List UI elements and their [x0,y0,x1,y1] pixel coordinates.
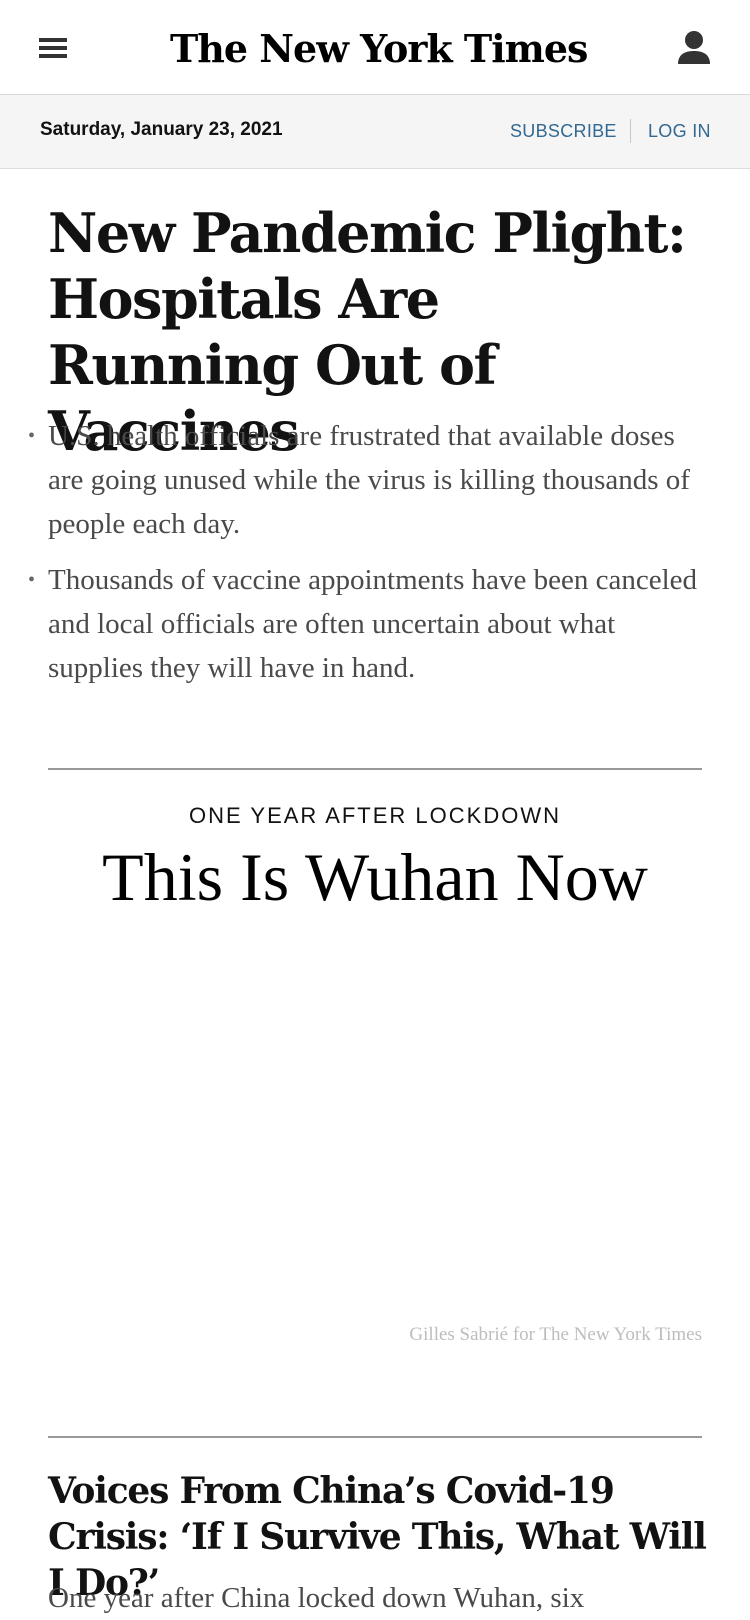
feature-image[interactable] [48,940,702,1312]
photo-credit: Gilles Sabrié for The New York Times [409,1324,702,1345]
section-divider [48,768,702,770]
bullet-icon: • [28,425,36,447]
link-divider [630,119,631,143]
feature-kicker: ONE YEAR AFTER LOCKDOWN [189,803,561,828]
summary-text: U.S. health officials are frustrated tha… [48,420,690,540]
login-link[interactable]: LOG IN [648,121,711,142]
hamburger-menu-icon[interactable] [36,33,72,63]
date-bar: Saturday, January 23, 2021 SUBSCRIBE LOG… [0,95,750,169]
summary-item: • U.S. health officials are frustrated t… [28,414,698,546]
masthead: The New York Times [0,0,750,95]
summary-text: Thousands of vaccine appointments have b… [48,564,698,684]
bullet-icon: • [28,569,36,591]
subscribe-link[interactable]: SUBSCRIBE [510,121,617,142]
user-account-icon[interactable] [675,28,713,68]
feature-title[interactable]: This Is Wuhan Now [48,834,702,920]
summary-item: • Thousands of vaccine appointments have… [28,558,698,690]
nyt-logo[interactable]: The New York Times [170,20,588,80]
section-divider [48,1436,702,1438]
lead-story-summary: • U.S. health officials are frustrated t… [28,414,698,702]
second-story-summary: One year after China locked down Wuhan, … [48,1582,585,1614]
current-date: Saturday, January 23, 2021 [40,119,283,140]
